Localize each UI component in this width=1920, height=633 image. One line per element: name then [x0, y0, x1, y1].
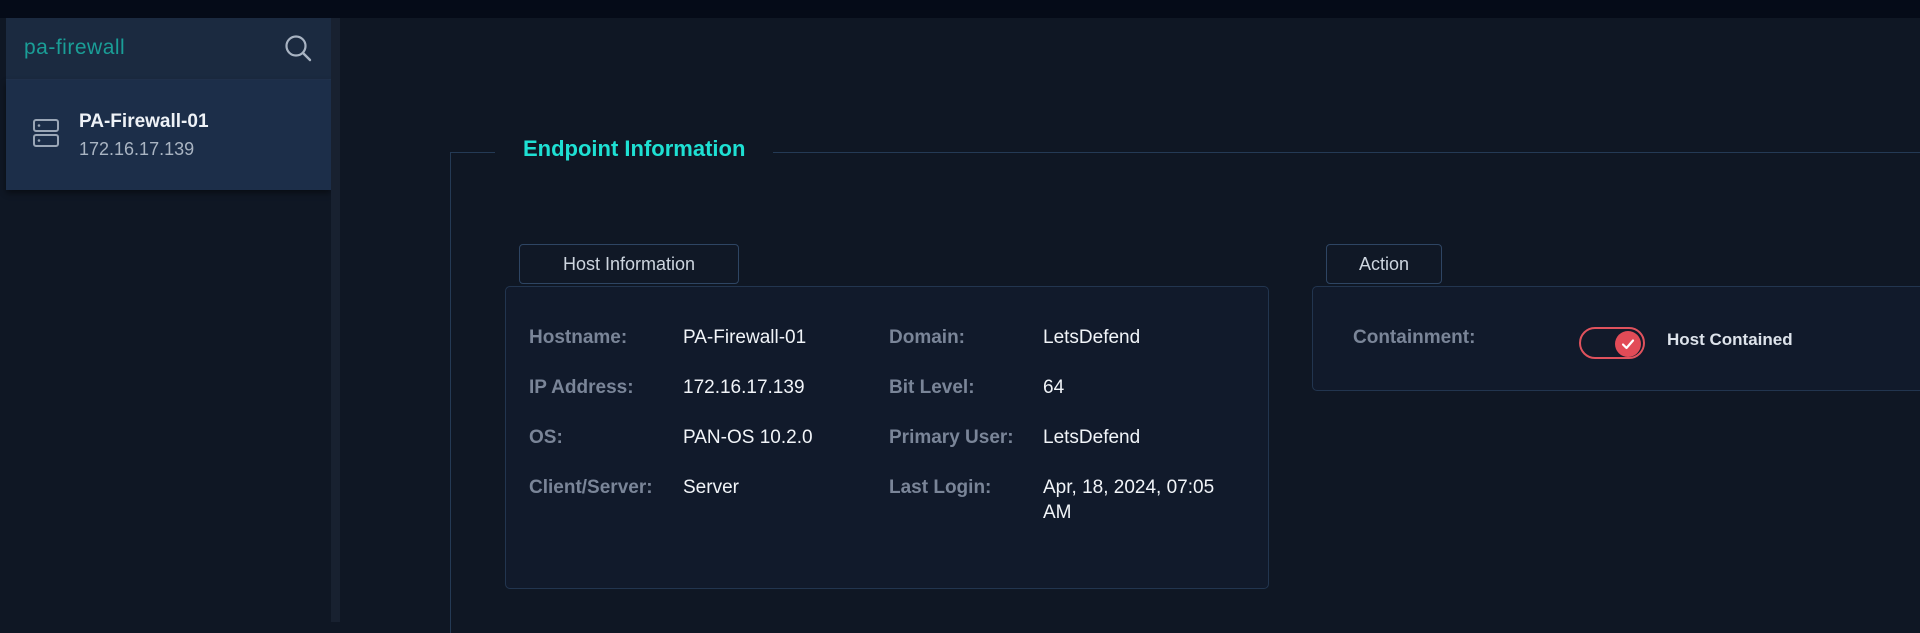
os-label: OS:: [529, 427, 563, 448]
check-icon: [1621, 339, 1635, 350]
containment-label: Containment:: [1353, 327, 1476, 348]
ip-value: 172.16.17.139: [683, 377, 805, 398]
containment-status: Host Contained: [1667, 330, 1793, 349]
toggle-knob: [1615, 331, 1641, 357]
last-login-value: Apr, 18, 2024, 07:05 AM: [1043, 477, 1215, 523]
device-name: PA-Firewall-01: [79, 111, 209, 132]
ip-label: IP Address:: [529, 377, 634, 398]
sidebar-scrollbar[interactable]: [331, 18, 340, 622]
top-bar: [0, 0, 1920, 18]
tab-action[interactable]: Action: [1326, 244, 1442, 284]
domain-value: LetsDefend: [1043, 327, 1141, 348]
primary-user-label: Primary User:: [889, 427, 1014, 448]
containment-toggle[interactable]: [1579, 327, 1645, 359]
device-ip: 172.16.17.139: [79, 139, 195, 159]
host-information-panel: Hostname: PA-Firewall-01 IP Address: 172…: [505, 286, 1269, 589]
tab-host-information[interactable]: Host Information: [519, 244, 739, 284]
os-value: PAN-OS 10.2.0: [683, 427, 813, 448]
server-icon: [33, 119, 59, 147]
bit-level-label: Bit Level:: [889, 377, 975, 398]
hostname-value: PA-Firewall-01: [683, 327, 807, 348]
primary-user-value: LetsDefend: [1043, 427, 1141, 448]
search-box[interactable]: pa-firewall: [6, 18, 331, 80]
sidebar: pa-firewall PA-Firewall-01 172.16.17.139: [6, 18, 331, 622]
last-login-label: Last Login:: [889, 477, 992, 498]
domain-label: Domain:: [889, 327, 965, 348]
bit-level-value: 64: [1043, 377, 1065, 398]
hostname-label: Hostname:: [529, 327, 628, 348]
client-server-label: Client/Server:: [529, 477, 653, 498]
client-server-value: Server: [683, 477, 739, 498]
search-icon[interactable]: [283, 33, 313, 63]
section-title: Endpoint Information: [495, 136, 774, 162]
search-input[interactable]: pa-firewall: [24, 36, 125, 60]
device-list-item[interactable]: PA-Firewall-01 172.16.17.139: [6, 80, 331, 190]
